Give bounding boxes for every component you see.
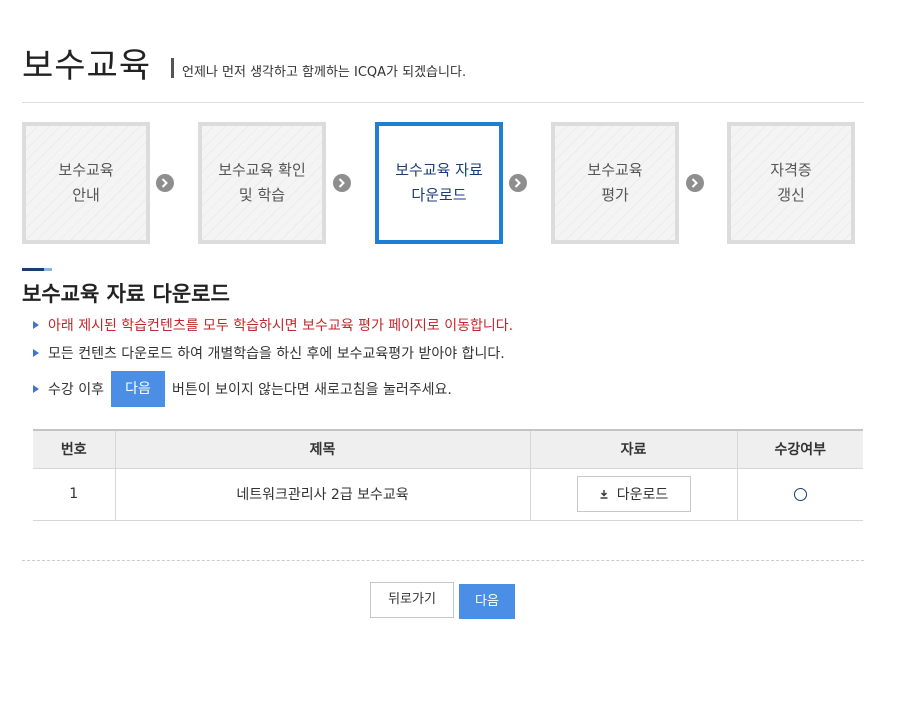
notice-text: 아래 제시된 학습컨텐츠를 모두 학습하시면 보수교육 평가 페이지로 이동합니… [48,318,514,334]
step-check-study: 보수교육 확인 및 학습 [198,122,326,244]
chevron-right-icon [333,174,351,192]
step-label: 보수교육 자료 다운로드 [395,161,483,204]
column-header-status: 수강여부 [737,429,863,469]
back-button[interactable]: 뒤로가기 [370,582,454,618]
header-divider [22,102,864,103]
row-number: 1 [33,468,116,521]
page-title: 보수교육 [22,46,152,86]
material-table: 번호 제목 자료 수강여부 1 네트워크관리사 2급 보수교육 다운로드 [33,429,863,521]
chevron-right-icon [156,174,174,192]
download-icon [600,490,608,499]
notice-text: 버튼이 보이지 않는다면 새로고침을 눌러주세요. [171,382,452,398]
inline-next-button[interactable]: 다음 [110,371,165,407]
title-separator [171,58,174,78]
step-label: 보수교육 평가 [587,161,643,204]
table-header-row: 번호 제목 자료 수강여부 [33,429,863,469]
column-header-number: 번호 [33,429,116,469]
footer-divider [22,560,864,561]
page-subtitle: 언제나 먼저 생각하고 함께하는 ICQA가 되겠습니다. [182,65,467,80]
notice-list: 아래 제시된 학습컨텐츠를 모두 학습하시면 보수교육 평가 페이지로 이동합니… [32,314,513,408]
chevron-right-icon [509,174,527,192]
step-label: 보수교육 확인 및 학습 [218,161,306,204]
notice-item: 수강 이후 다음 버튼이 보이지 않는다면 새로고침을 눌러주세요. [32,370,513,408]
step-label: 자격증 갱신 [770,161,812,204]
column-header-title: 제목 [115,429,531,469]
chevron-right-icon [686,174,704,192]
download-button[interactable]: 다운로드 [576,476,691,512]
section-title: 보수교육 자료 다운로드 [22,282,230,306]
step-guide: 보수교육 안내 [22,122,150,244]
step-renewal: 자격증 갱신 [727,122,855,244]
download-label: 다운로드 [616,487,669,503]
next-button[interactable]: 다음 [459,584,515,619]
notice-item: 아래 제시된 학습컨텐츠를 모두 학습하시면 보수교육 평가 페이지로 이동합니… [32,314,513,342]
row-status-cell [737,468,863,521]
step-label: 보수교육 안내 [58,161,114,204]
completion-status-icon [793,487,807,501]
section-accent-bar [22,268,52,271]
table-row: 1 네트워크관리사 2급 보수교육 다운로드 [33,468,863,521]
row-material-cell: 다운로드 [530,468,738,521]
notice-text: 모든 컨텐츠 다운로드 하여 개별학습을 하신 후에 보수교육평가 받아야 합니… [48,346,505,362]
notice-item: 모든 컨텐츠 다운로드 하여 개별학습을 하신 후에 보수교육평가 받아야 합니… [32,342,513,370]
step-evaluation: 보수교육 평가 [551,122,679,244]
notice-text: 수강 이후 [48,382,104,398]
column-header-material: 자료 [530,429,738,469]
step-download-active: 보수교육 자료 다운로드 [375,122,503,244]
row-title: 네트워크관리사 2급 보수교육 [115,468,531,521]
